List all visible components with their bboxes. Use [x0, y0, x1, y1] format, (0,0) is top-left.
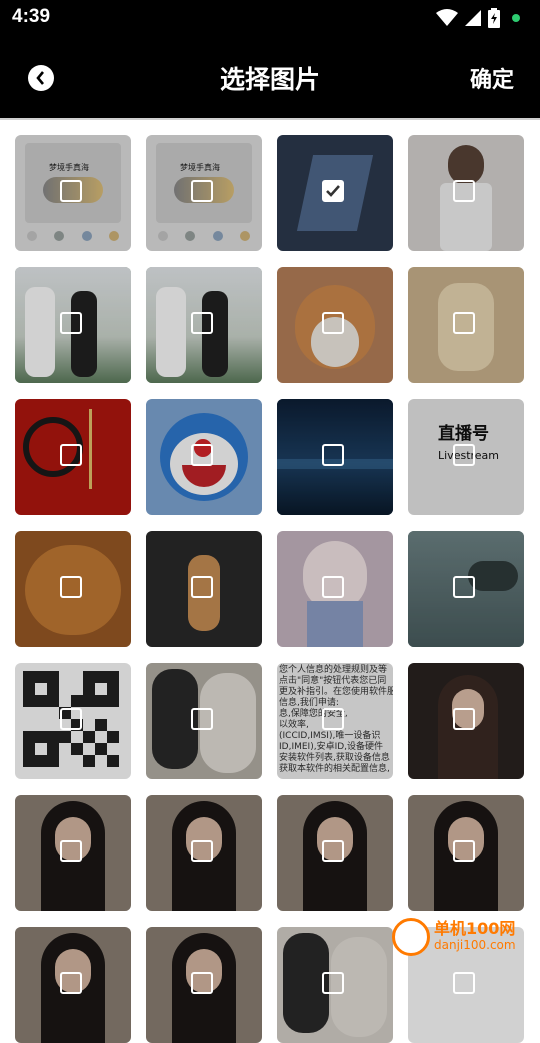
checkbox[interactable]	[191, 444, 213, 466]
image-thumb-palette-card[interactable]: 梦境手真海	[15, 135, 131, 251]
checkbox[interactable]	[453, 312, 475, 334]
image-thumb-privacy-text[interactable]: 您个人信息的处理规则及等 点击"同意"按钮代表您已同 更及补指引。在您使用软件服 信息…	[277, 663, 393, 779]
checkbox[interactable]	[60, 708, 82, 730]
image-thumb-girl-long-hair-1[interactable]	[15, 795, 131, 911]
image-thumb-sketch-girl[interactable]	[146, 663, 262, 779]
checkbox[interactable]	[191, 708, 213, 730]
checkbox[interactable]	[453, 576, 475, 598]
wifi-icon	[436, 9, 458, 26]
image-thumb-palette-card-2[interactable]: 梦境手真海	[146, 135, 262, 251]
image-thumb-street-people-2[interactable]	[146, 267, 262, 383]
image-grid: 梦境手真海 梦境手真海直播号 Livestream 您个人信息的处理规则及等 点击"同意…	[15, 135, 525, 1043]
image-thumb-corgi-dog[interactable]	[277, 267, 393, 383]
checkbox[interactable]	[322, 576, 344, 598]
checkbox[interactable]	[191, 840, 213, 862]
checkbox[interactable]	[322, 708, 344, 730]
checkbox[interactable]	[453, 840, 475, 862]
status-icons	[436, 8, 520, 28]
checkmark-icon	[326, 185, 340, 197]
checkbox[interactable]	[453, 708, 475, 730]
image-thumb-street-people-1[interactable]	[15, 267, 131, 383]
watermark: 单机100网 danji100.com	[392, 914, 540, 960]
checkbox[interactable]	[453, 972, 475, 994]
image-thumb-orange-cat[interactable]	[15, 531, 131, 647]
image-thumb-cat-on-road[interactable]	[146, 531, 262, 647]
top-bar: 选择图片 确定	[0, 36, 540, 118]
checkbox[interactable]	[60, 180, 82, 202]
battery-icon	[488, 8, 500, 28]
image-thumb-livestream-logo[interactable]: 直播号 Livestream	[408, 399, 524, 515]
checkbox[interactable]	[60, 840, 82, 862]
checkbox[interactable]	[191, 312, 213, 334]
checkbox[interactable]	[322, 444, 344, 466]
checkbox[interactable]	[191, 576, 213, 598]
image-thumb-night-lake[interactable]	[277, 399, 393, 515]
checkbox[interactable]	[322, 312, 344, 334]
image-thumb-qr-code[interactable]	[15, 663, 131, 779]
signal-icon	[465, 10, 481, 26]
status-time: 4:39	[12, 6, 51, 27]
image-thumb-girl-long-hair-6[interactable]	[146, 927, 262, 1043]
checkbox[interactable]	[191, 180, 213, 202]
image-thumb-foggy-forest[interactable]	[408, 531, 524, 647]
image-thumb-doraemon[interactable]	[146, 399, 262, 515]
checkbox[interactable]	[191, 972, 213, 994]
checkbox[interactable]	[453, 180, 475, 202]
image-thumb-anime-girl-pink[interactable]	[277, 531, 393, 647]
checkbox[interactable]	[453, 444, 475, 466]
watermark-logo-icon	[392, 918, 430, 956]
watermark-url: danji100.com	[434, 938, 516, 952]
image-thumb-girl-long-hair-5[interactable]	[15, 927, 131, 1043]
checkbox-checked[interactable]	[322, 180, 344, 202]
image-thumb-girl-long-hair-4[interactable]	[408, 795, 524, 911]
status-bar: 4:39	[0, 0, 540, 36]
image-thumb-mecha-robot[interactable]	[277, 135, 393, 251]
image-thumb-anime-flowers[interactable]	[408, 267, 524, 383]
image-thumb-woman-portrait[interactable]	[408, 663, 524, 779]
image-thumb-girl-long-hair-2[interactable]	[146, 795, 262, 911]
page-title: 选择图片	[219, 65, 320, 94]
checkbox[interactable]	[60, 444, 82, 466]
checkbox[interactable]	[322, 840, 344, 862]
checkbox[interactable]	[60, 972, 82, 994]
notification-dot	[512, 14, 520, 22]
checkbox[interactable]	[60, 576, 82, 598]
watermark-name: 单机100网	[434, 919, 516, 938]
image-thumb-red-poster[interactable]	[15, 399, 131, 515]
checkbox[interactable]	[322, 972, 344, 994]
confirm-button[interactable]: 确定	[470, 62, 514, 94]
image-thumb-sketch-2[interactable]	[277, 927, 393, 1043]
header-divider	[0, 118, 540, 120]
image-thumb-girl-long-hair-3[interactable]	[277, 795, 393, 911]
image-thumb-girl-white-dress[interactable]	[408, 135, 524, 251]
checkbox[interactable]	[60, 312, 82, 334]
